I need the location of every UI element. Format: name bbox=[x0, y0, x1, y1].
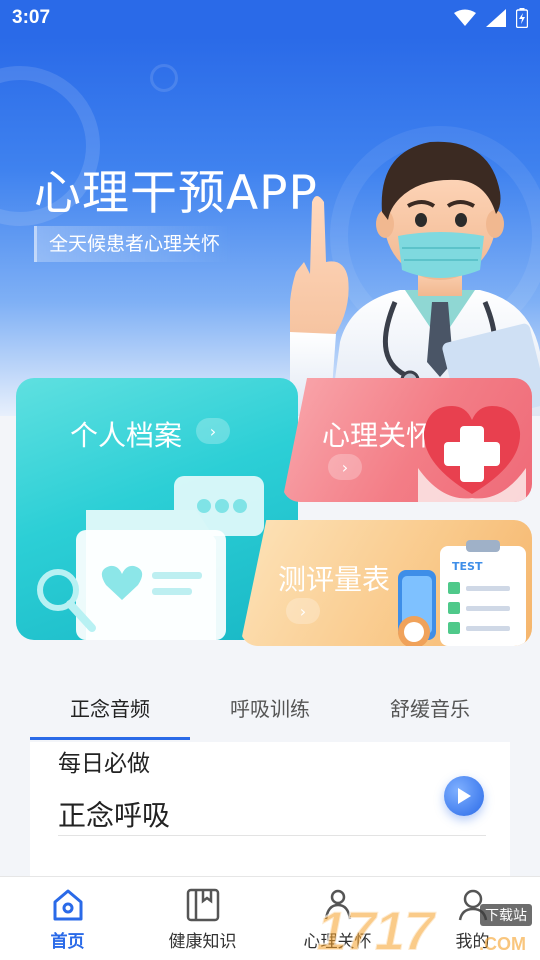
doctor-illustration bbox=[290, 141, 540, 416]
bottom-nav: 首页 健康知识 心理关怀 我的 bbox=[0, 876, 540, 960]
profile-icon bbox=[458, 889, 487, 921]
care-card[interactable]: 心理关怀 › bbox=[282, 378, 532, 502]
nav-care[interactable]: 心理关怀 bbox=[270, 877, 405, 960]
status-icons bbox=[454, 8, 528, 28]
status-bar: 3:07 bbox=[0, 0, 540, 36]
book-icon bbox=[186, 888, 219, 922]
chevron-right-icon: › bbox=[286, 598, 320, 624]
nav-home[interactable]: 首页 bbox=[0, 877, 135, 960]
status-time: 3:07 bbox=[12, 7, 51, 28]
nav-home-label: 首页 bbox=[50, 932, 85, 952]
archive-card-title: 个人档案 bbox=[70, 419, 183, 452]
nav-health-knowledge-label: 健康知识 bbox=[168, 932, 237, 952]
panel-heading: 每日必做 bbox=[58, 751, 150, 777]
nav-health-knowledge[interactable]: 健康知识 bbox=[135, 877, 270, 960]
care-icon bbox=[324, 889, 351, 920]
list-item[interactable]: 正念呼吸 bbox=[58, 794, 486, 836]
hero-banner: 心理干预APP 全天候患者心理关怀 bbox=[0, 36, 540, 416]
test-clipboard-icon: TEST bbox=[398, 540, 526, 646]
wifi-icon bbox=[454, 9, 476, 26]
scale-card[interactable]: 测评量表 › TEST bbox=[240, 520, 532, 646]
tab-soothing-music[interactable]: 舒缓音乐 bbox=[350, 680, 510, 740]
heart-cross-icon bbox=[418, 406, 526, 502]
play-button[interactable] bbox=[444, 776, 484, 816]
audio-tabs: 正念音频 呼吸训练 舒缓音乐 bbox=[30, 680, 510, 740]
chevron-right-icon: › bbox=[328, 454, 362, 480]
daily-panel: 每日必做 正念呼吸 bbox=[30, 742, 510, 876]
chevron-right-icon: › bbox=[196, 418, 230, 444]
scale-card-title: 测评量表 bbox=[278, 563, 391, 596]
decorative-ring bbox=[150, 64, 178, 92]
tab-mindfulness-audio[interactable]: 正念音频 bbox=[30, 680, 190, 740]
tab-breathing-training[interactable]: 呼吸训练 bbox=[190, 680, 350, 740]
list-item-title: 正念呼吸 bbox=[58, 799, 171, 832]
hero-subtitle: 全天候患者心理关怀 bbox=[34, 226, 233, 262]
nav-profile[interactable]: 我的 bbox=[405, 877, 540, 960]
home-icon bbox=[53, 889, 82, 921]
signal-icon bbox=[486, 9, 506, 27]
battery-icon bbox=[516, 8, 528, 28]
play-icon bbox=[458, 788, 471, 804]
hero-title: 心理干预APP bbox=[34, 166, 318, 221]
nav-profile-label: 我的 bbox=[455, 932, 490, 952]
nav-care-label: 心理关怀 bbox=[303, 932, 372, 952]
test-badge: TEST bbox=[452, 560, 483, 573]
